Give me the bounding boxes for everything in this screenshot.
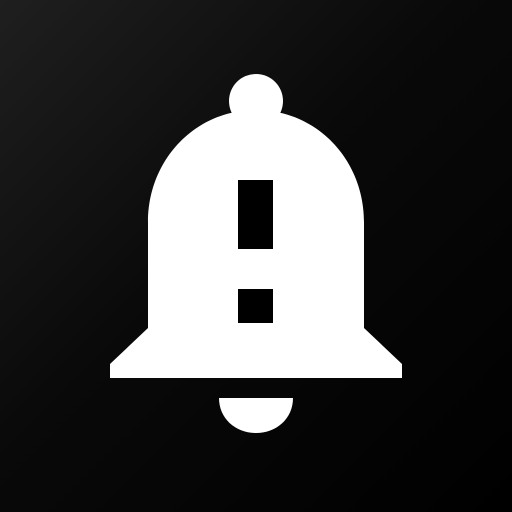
bell-clapper: [219, 398, 293, 433]
app-icon-tile: [0, 0, 512, 512]
alert-mark-line: [238, 180, 273, 249]
alert-mark-dot: [238, 289, 273, 323]
bell-alert-icon: [110, 74, 402, 433]
